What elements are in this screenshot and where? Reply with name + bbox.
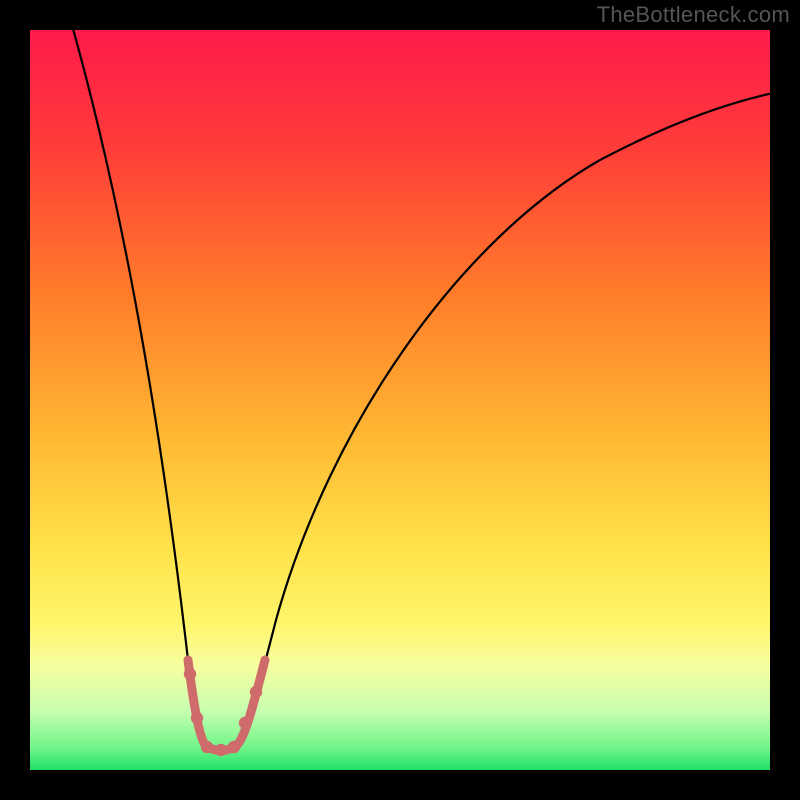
highlight-dot <box>250 686 262 698</box>
highlight-dot <box>201 741 213 753</box>
bottleneck-chart <box>30 30 770 770</box>
highlight-dot <box>239 717 251 729</box>
highlight-dot <box>228 741 240 753</box>
highlight-dot <box>184 668 196 680</box>
background-gradient <box>30 30 770 770</box>
highlight-dot <box>191 712 203 724</box>
plot-area <box>30 30 770 770</box>
highlight-dot <box>215 744 227 756</box>
chart-frame: TheBottleneck.com <box>0 0 800 800</box>
watermark-text: TheBottleneck.com <box>597 2 790 28</box>
